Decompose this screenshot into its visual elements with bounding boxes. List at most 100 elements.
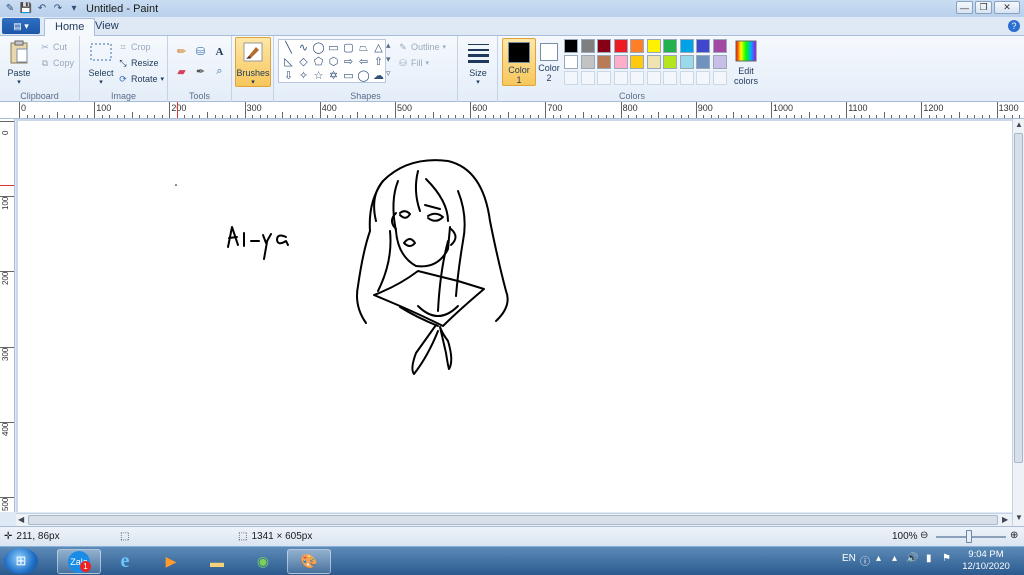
minimize-button[interactable]: — [956,1,973,14]
up-arrow-shape-icon[interactable]: ⇧ [371,55,386,69]
custom-color-slot[interactable] [646,71,661,85]
eraser-icon[interactable]: ▰ [174,64,189,79]
select-button[interactable]: Select ▾ [84,38,118,86]
system-clock[interactable]: 9:04 PM 12/10/2020 [960,549,1012,573]
language-indicator[interactable]: EN [842,553,856,564]
color-picker-icon[interactable]: ✒ [193,64,208,79]
custom-color-slot[interactable] [630,71,644,85]
palette-swatch[interactable] [580,39,595,53]
scroll-up-arrow[interactable]: ▲ [1015,120,1023,129]
right-arrow-shape-icon[interactable]: ⇨ [341,55,356,69]
tray-arrow-icon[interactable]: ▴ [876,553,881,564]
brushes-button[interactable]: Brushes ▾ [235,37,271,87]
rotate-button[interactable]: ⟳ Rotate ▾ [118,72,164,86]
custom-color-slot[interactable] [580,71,595,85]
fill-bucket-icon[interactable]: ⛁ [193,44,208,59]
tab-view[interactable]: View [85,18,129,37]
maximize-button[interactable]: ❐ [975,1,992,14]
customize-toolbar-icon[interactable]: ▾ [68,3,80,15]
paint-app-icon[interactable]: ✎ [4,3,16,15]
action-center-icon[interactable]: ⚑ [942,553,951,564]
redo-icon[interactable]: ↷ [52,3,64,15]
edit-colors-button[interactable]: Edit colors [730,38,762,86]
start-button[interactable]: ⊞ [4,548,38,574]
custom-color-slot[interactable] [613,71,628,85]
taskbar-browser[interactable]: ◉ [241,549,285,574]
palette-swatch[interactable] [679,39,694,53]
custom-color-slot[interactable] [679,71,694,85]
resize-button[interactable]: ⤡ Resize [118,56,158,70]
vertical-scroll-thumb[interactable] [1014,133,1023,463]
palette-swatch[interactable] [613,39,628,53]
six-point-star-shape-icon[interactable]: ✡ [326,69,341,83]
horizontal-scrollbar[interactable]: ◀ ▶ [16,513,1012,526]
zoom-slider-knob[interactable] [966,530,972,543]
palette-swatch[interactable] [712,39,727,53]
line-shape-icon[interactable]: ╲ [281,41,296,55]
copy-button[interactable]: ⧉ Copy [40,56,74,70]
custom-color-slot[interactable] [564,71,578,85]
outline-button[interactable]: ✎ Outline ▾ [398,40,446,54]
four-point-star-shape-icon[interactable]: ✧ [296,69,311,83]
hexagon-shape-icon[interactable]: ⬡ [326,55,341,69]
palette-swatch[interactable] [630,39,644,53]
palette-swatch[interactable] [630,55,644,69]
palette-swatch[interactable] [613,55,628,69]
tray-overflow-icon[interactable]: ▴ [892,553,897,564]
triangle-shape-icon[interactable]: △ [371,41,386,55]
palette-swatch[interactable] [679,55,694,69]
custom-color-slot[interactable] [597,71,611,85]
horizontal-scroll-thumb[interactable] [28,515,998,525]
taskbar-paint[interactable]: 🎨 [287,549,331,574]
paste-button[interactable]: Paste ▾ [2,38,36,86]
shapes-expand[interactable]: ▿ [386,66,391,80]
cut-button[interactable]: ✂ Cut [40,40,67,54]
size-button[interactable]: Size ▾ [461,38,495,86]
help-tray-icon[interactable]: ⓘ [860,553,870,568]
taskbar-internet-explorer[interactable]: e [103,549,147,574]
palette-swatch[interactable] [646,39,661,53]
close-button[interactable]: ✕ [994,1,1020,14]
crop-button[interactable]: ⌗ Crop [118,40,150,54]
custom-color-slot[interactable] [663,71,677,85]
custom-color-slot[interactable] [712,71,727,85]
custom-color-slot[interactable] [696,71,710,85]
five-point-star-shape-icon[interactable]: ☆ [311,69,326,83]
palette-swatch[interactable] [580,55,595,69]
rectangle-shape-icon[interactable]: ▭ [326,41,341,55]
palette-swatch[interactable] [663,39,677,53]
palette-swatch[interactable] [646,55,661,69]
palette-swatch[interactable] [564,39,578,53]
curve-shape-icon[interactable]: ∿ [296,41,311,55]
right-triangle-shape-icon[interactable]: ◺ [281,55,296,69]
shapes-scroll-up[interactable]: ▴ [386,38,391,52]
help-icon[interactable]: ? [1008,20,1020,32]
pentagon-shape-icon[interactable]: ⬠ [311,55,326,69]
callout-oval-shape-icon[interactable]: ◯ [356,69,371,83]
taskbar-media-player[interactable]: ▶ [149,549,193,574]
palette-swatch[interactable] [597,55,611,69]
zoom-in-icon[interactable]: ⊕ [1010,530,1018,541]
undo-icon[interactable]: ↶ [36,3,48,15]
callout-rect-shape-icon[interactable]: ▭ [341,69,356,83]
color1-selector[interactable]: Color 1 [502,38,536,86]
volume-icon[interactable]: 🔊 [906,553,918,564]
taskbar-file-explorer[interactable]: ▬ [195,549,239,574]
fill-button[interactable]: ⛁ Fill ▾ [398,56,429,70]
pencil-icon[interactable]: ✏ [174,44,189,59]
palette-swatch[interactable] [663,55,677,69]
palette-swatch[interactable] [696,55,710,69]
text-tool-icon[interactable]: A [212,44,227,59]
shapes-gallery[interactable]: ╲ ∿ ◯ ▭ ▢ ⏢ △ ◺ ◇ ⬠ ⬡ ⇨ ⇦ ⇧ ⇩ ✧ ☆ ✡ ▭ ◯ … [278,39,386,83]
shapes-scroll-down[interactable]: ▾ [386,52,391,66]
palette-swatch[interactable] [564,55,578,69]
diamond-shape-icon[interactable]: ◇ [296,55,311,69]
down-arrow-shape-icon[interactable]: ⇩ [281,69,296,83]
paint-menu-button[interactable]: ▤ ▾ [2,18,40,34]
network-icon[interactable]: ▮ [926,553,932,564]
scroll-down-arrow[interactable]: ▼ [1015,513,1023,522]
vertical-scrollbar[interactable]: ▲ ▼ [1012,119,1024,526]
cloud-shape-icon[interactable]: ☁ [371,69,386,83]
oval-shape-icon[interactable]: ◯ [311,41,326,55]
palette-swatch[interactable] [696,39,710,53]
